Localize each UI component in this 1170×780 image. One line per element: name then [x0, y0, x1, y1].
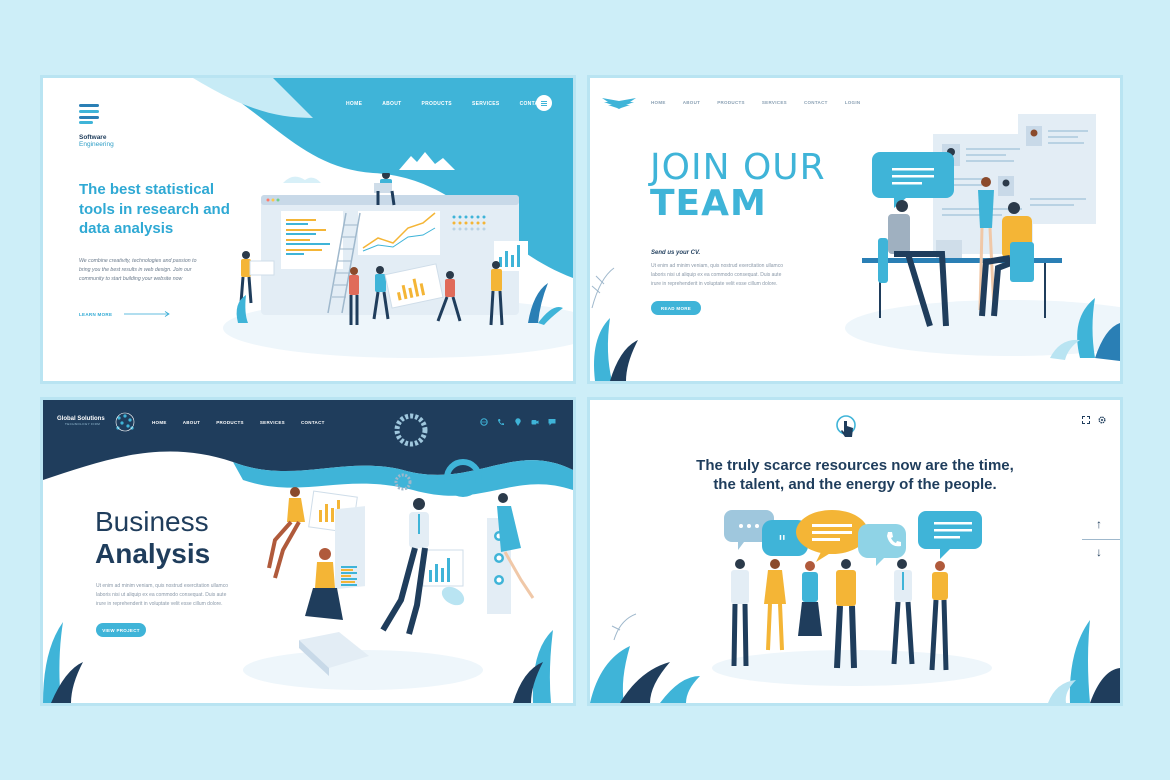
nav-services[interactable]: SERVICES	[472, 101, 500, 107]
team-illustration	[591, 114, 1120, 381]
business-illustration	[43, 413, 553, 703]
description-line-2: bring you the best results in web design…	[79, 267, 192, 273]
card-business-analysis: Global Solutions TECHNOLOGY FIRM HOME AB…	[43, 400, 573, 703]
card-quote: The truly scarce resources now are the t…	[590, 400, 1120, 703]
hero-description: We combine creativity, technologies and …	[79, 257, 196, 284]
stripes-logo-icon	[79, 104, 99, 124]
hero-headline: The best statistical tools in research a…	[79, 180, 230, 239]
headline-line-1: The best statistical	[79, 181, 215, 198]
dashboard-illustration	[236, 173, 563, 326]
nav-products[interactable]: PRODUCTS	[421, 101, 451, 107]
arrow-right-icon	[124, 311, 171, 317]
menu-icon	[541, 102, 547, 104]
top-nav: HOME ABOUT PRODUCTS SERVICES CONTACT	[346, 101, 546, 107]
card-software-engineering: Software Engineering HOME ABOUT PRODUCTS…	[43, 78, 573, 381]
logo-text-2: Engineering	[79, 141, 114, 148]
menu-button[interactable]	[536, 95, 552, 111]
software-engineering-logo[interactable]: Software Engineering	[79, 104, 114, 148]
logo-text-1: Software	[79, 134, 107, 141]
card-join-our-team: HOME ABOUT PRODUCTS SERVICES CONTACT LOG…	[590, 78, 1120, 381]
description-line-1: We combine creativity, technologies and …	[79, 258, 197, 264]
nav-about[interactable]: ABOUT	[382, 101, 401, 107]
description-line-3: community to start building your website…	[79, 276, 183, 282]
team-talk-illustration: "	[590, 510, 1120, 703]
learn-more-link[interactable]: LEARN MORE	[79, 311, 171, 317]
svg-text:": "	[778, 532, 786, 553]
nav-home[interactable]: HOME	[346, 101, 362, 107]
headline-line-3: data analysis	[79, 220, 174, 237]
headline-line-2: tools in research and	[79, 200, 230, 218]
learn-more-label: LEARN MORE	[79, 311, 113, 317]
